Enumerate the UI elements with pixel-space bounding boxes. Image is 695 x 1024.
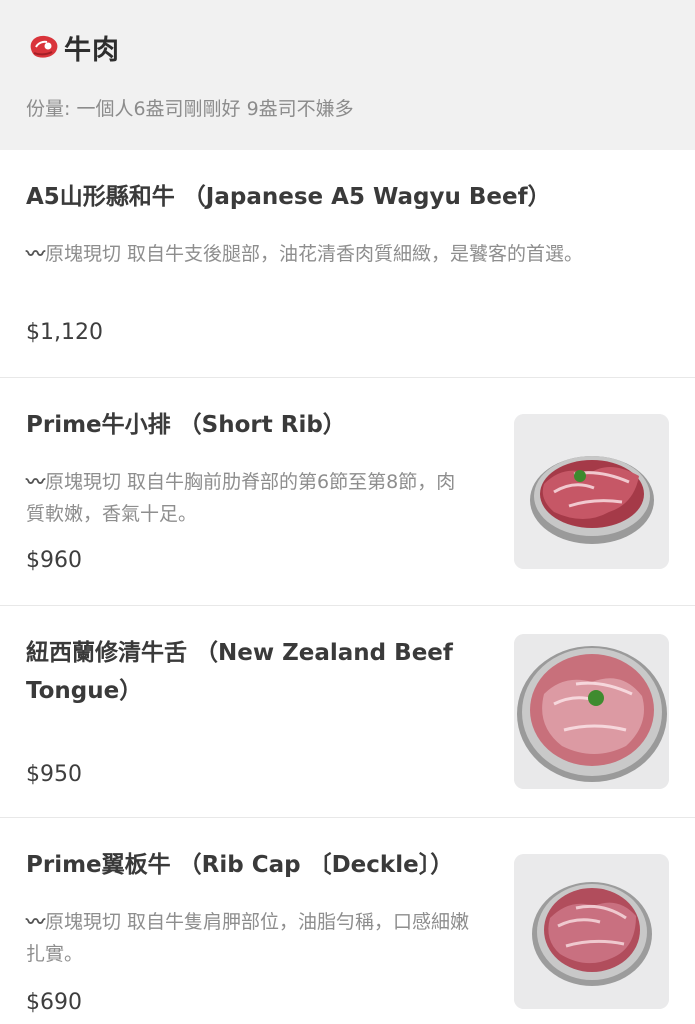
sliced-beef-plate-image[interactable] xyxy=(514,414,669,569)
menu-item[interactable]: A5山形縣和牛 （Japanese A5 Wagyu Beef） 〰原塊現切 取… xyxy=(0,150,695,378)
wave-icon: 〰 xyxy=(26,471,46,493)
item-name: 紐西蘭修清牛舌 （New Zealand Beef Tongue） xyxy=(26,640,453,704)
item-name: Prime翼板牛 （Rib Cap 〔Deckle〕） xyxy=(26,852,454,878)
category-subtitle: 份量: 一個人6盎司剛剛好 9盎司不嫌多 xyxy=(26,98,354,120)
item-description-text: 原塊現切 取自牛隻肩胛部位，油脂勻稱，口感細嫩扎實。 xyxy=(26,911,470,965)
beef-tongue-plate-image[interactable] xyxy=(514,634,669,789)
menu-item[interactable]: 紐西蘭修清牛舌 （New Zealand Beef Tongue） $950 xyxy=(0,606,695,818)
menu-item[interactable]: Prime牛小排 （Short Rib） 〰原塊現切 取自牛胸前肋脊部的第6節至… xyxy=(0,378,695,606)
item-description: 〰原塊現切 取自牛支後腿部，油花清香肉質細緻，是饕客的首選。 xyxy=(26,238,646,270)
menu-item[interactable]: Prime翼板牛 （Rib Cap 〔Deckle〕） 〰原塊現切 取自牛隻肩胛… xyxy=(0,818,695,1024)
item-name: Prime牛小排 （Short Rib） xyxy=(26,412,346,438)
category-header: 牛肉 份量: 一個人6盎司剛剛好 9盎司不嫌多 xyxy=(0,0,695,150)
steak-icon xyxy=(26,32,62,62)
item-price: $690 xyxy=(26,990,82,1015)
item-description-text: 原塊現切 取自牛支後腿部，油花清香肉質細緻，是饕客的首選。 xyxy=(45,243,584,265)
category-title-row: 牛肉 xyxy=(26,30,669,66)
item-price: $1,120 xyxy=(26,320,103,345)
item-description: 〰原塊現切 取自牛胸前肋脊部的第6節至第8節，肉質軟嫩，香氣十足。 xyxy=(26,466,466,530)
item-description: 〰原塊現切 取自牛隻肩胛部位，油脂勻稱，口感細嫩扎實。 xyxy=(26,906,476,970)
rib-cap-plate-image[interactable] xyxy=(514,854,669,1009)
item-price: $950 xyxy=(26,762,82,787)
item-name: A5山形縣和牛 （Japanese A5 Wagyu Beef） xyxy=(26,184,551,210)
item-price: $960 xyxy=(26,548,82,573)
category-title: 牛肉 xyxy=(64,34,120,66)
item-description-text: 原塊現切 取自牛胸前肋脊部的第6節至第8節，肉質軟嫩，香氣十足。 xyxy=(26,471,456,525)
wave-icon: 〰 xyxy=(26,243,46,265)
wave-icon: 〰 xyxy=(26,911,46,933)
